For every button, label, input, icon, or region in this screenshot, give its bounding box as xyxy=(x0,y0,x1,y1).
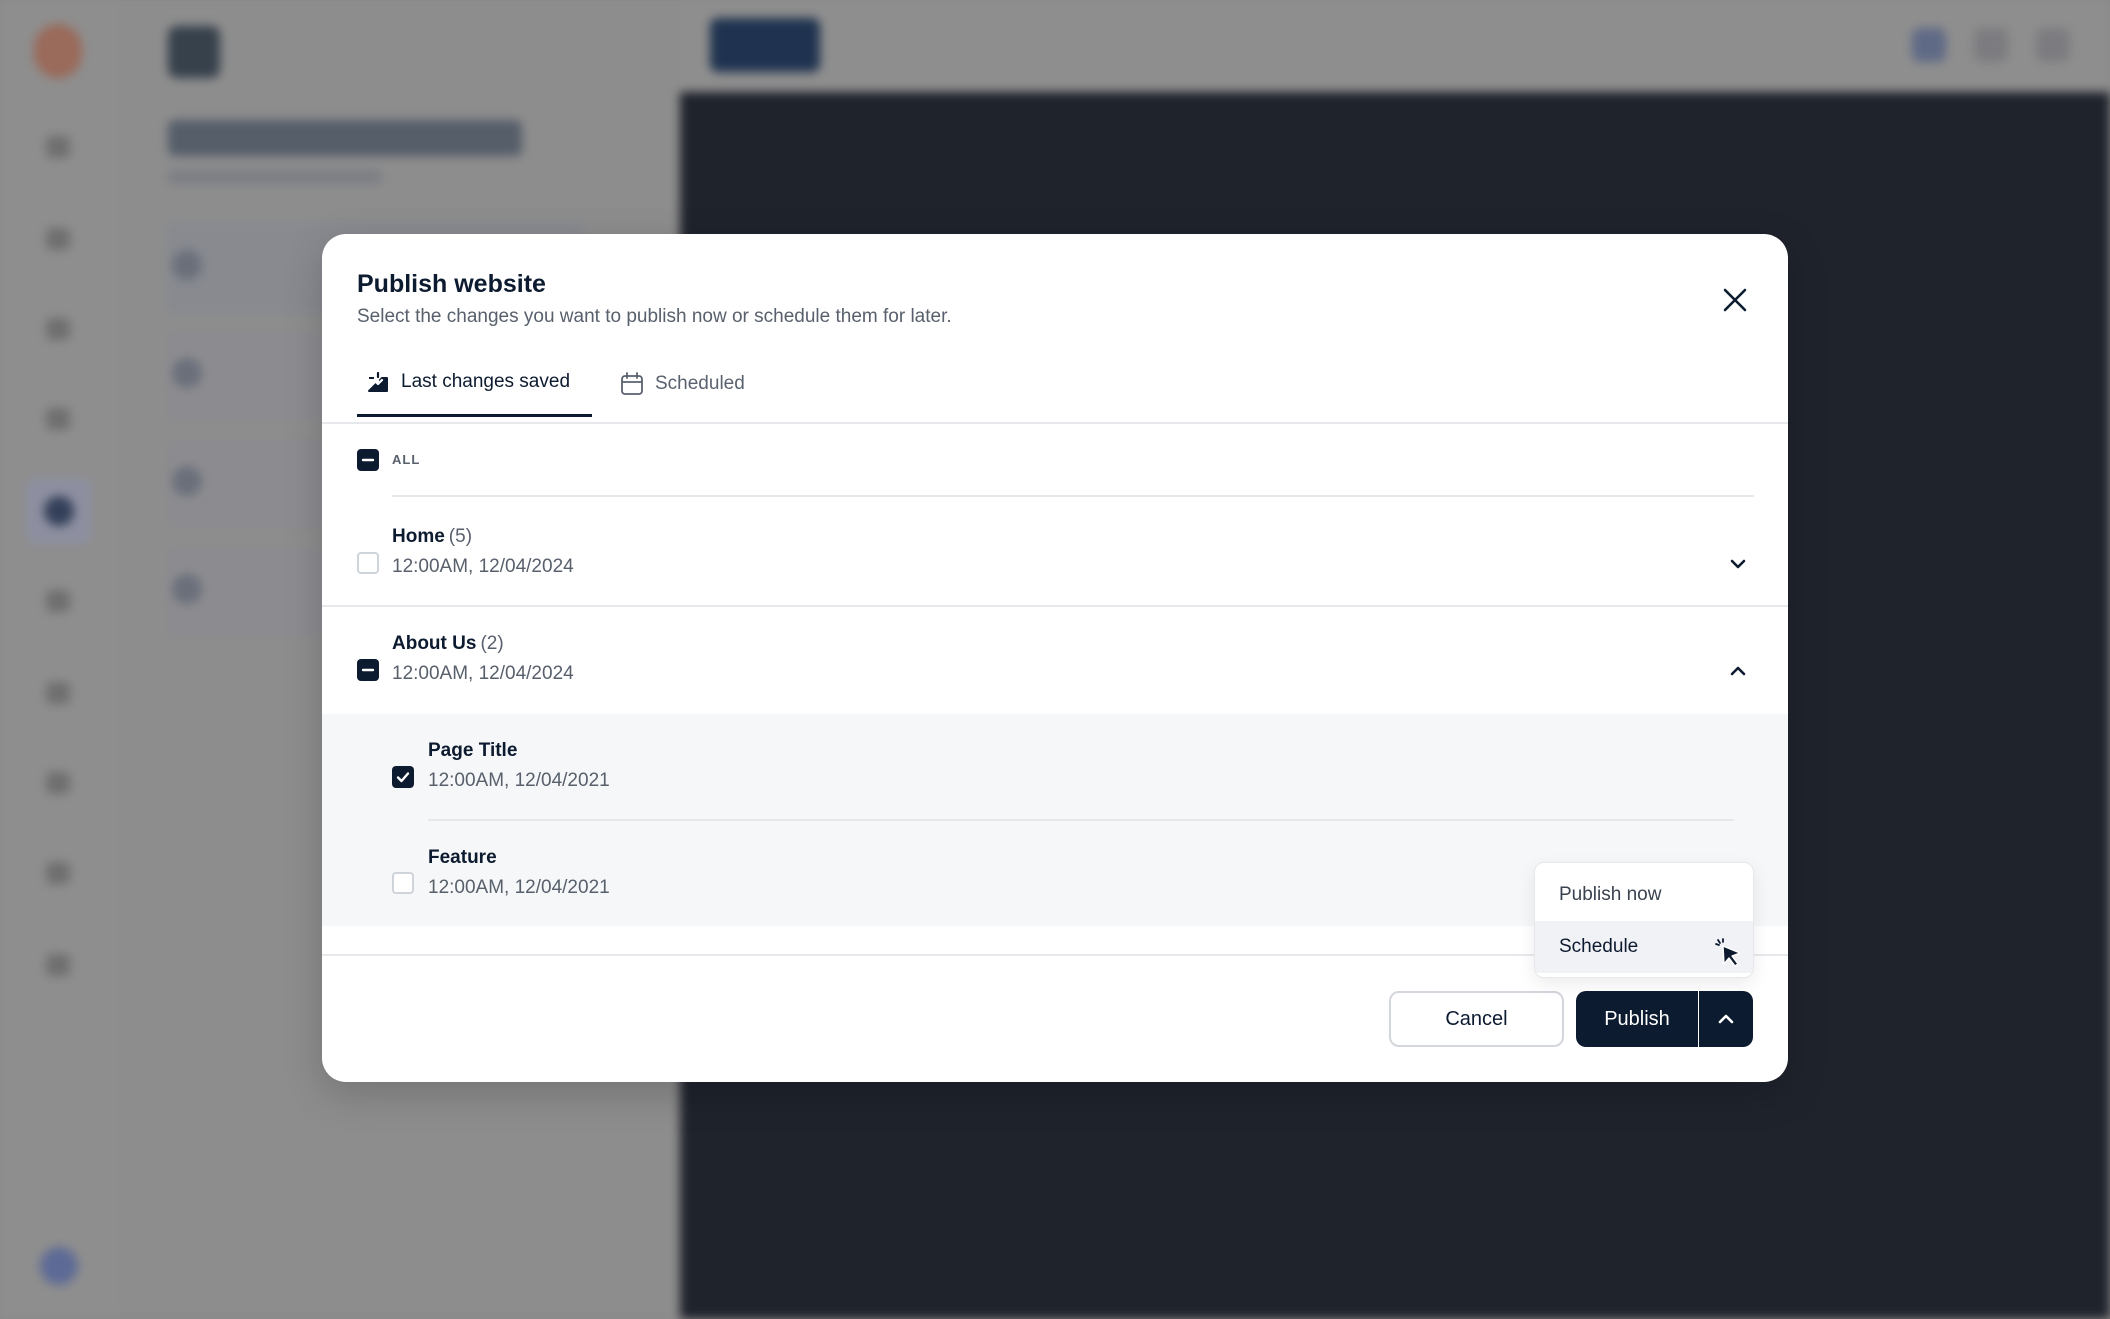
group-title-about-us: About Us (2) xyxy=(392,633,504,655)
menu-item-publish-now[interactable]: Publish now xyxy=(1535,869,1753,921)
bg-top-icon xyxy=(2036,28,2070,62)
modal-subtitle: Select the changes you want to publish n… xyxy=(357,306,952,327)
bg-card-icon xyxy=(172,466,202,496)
calendar-icon xyxy=(619,371,645,397)
expand-home-button[interactable] xyxy=(1724,550,1752,578)
bg-title xyxy=(168,120,522,156)
bg-sidebar xyxy=(0,0,118,1319)
chevron-down-icon xyxy=(1730,559,1746,569)
bg-top-icon xyxy=(1974,28,2008,62)
item-title-page-title: Page Title xyxy=(428,740,518,761)
tabs-divider xyxy=(322,422,1788,424)
publish-website-modal: Publish website Select the changes you w… xyxy=(322,234,1788,1082)
tab-label: Last changes saved xyxy=(401,371,571,392)
bg-top-icon xyxy=(1912,28,1946,62)
bg-user-avatar xyxy=(40,1247,78,1285)
row-divider xyxy=(392,495,1754,497)
item-title-feature: Feature xyxy=(428,847,497,868)
select-all-label: ALL xyxy=(392,452,421,467)
bg-top-button xyxy=(710,18,820,72)
select-all-checkbox[interactable] xyxy=(357,449,379,471)
tab-scheduled[interactable]: Scheduled xyxy=(619,350,745,417)
bg-card-icon xyxy=(172,574,202,604)
group-title-home: Home (5) xyxy=(392,526,472,548)
minus-icon xyxy=(361,458,375,462)
bg-avatar xyxy=(34,24,82,78)
publish-button[interactable]: Publish xyxy=(1576,991,1698,1047)
item-checkbox-page-title[interactable] xyxy=(392,766,414,788)
minus-icon xyxy=(361,668,375,672)
check-icon xyxy=(396,772,410,783)
chevron-up-icon xyxy=(1718,1014,1734,1024)
cancel-button[interactable]: Cancel xyxy=(1389,991,1564,1047)
close-icon xyxy=(1723,288,1747,312)
item-date: 12:00AM, 12/04/2021 xyxy=(428,770,610,791)
group-name: About Us xyxy=(392,633,477,654)
bg-nav-icon xyxy=(46,862,70,884)
bg-nav-icon xyxy=(46,408,70,430)
bg-nav-icon xyxy=(46,954,70,976)
item-checkbox-feature[interactable] xyxy=(392,872,414,894)
bg-nav-icon xyxy=(46,318,70,340)
pointer-cursor-icon xyxy=(1715,938,1741,967)
bg-subtitle xyxy=(168,170,382,184)
publish-options-toggle[interactable] xyxy=(1699,991,1753,1047)
tab-last-changes-saved[interactable]: Last changes saved xyxy=(357,350,592,417)
bg-nav-active-icon xyxy=(44,496,74,526)
bg-nav-icon xyxy=(46,682,70,704)
group-checkbox-about-us[interactable] xyxy=(357,659,379,681)
group-checkbox-home[interactable] xyxy=(357,552,379,574)
bg-topbar xyxy=(680,0,2110,92)
group-name: Home xyxy=(392,526,445,547)
tab-label: Scheduled xyxy=(655,372,745,394)
group-count: (5) xyxy=(448,526,473,547)
bg-nav-icon xyxy=(46,136,70,158)
download-box-icon xyxy=(365,369,391,395)
bg-card-icon xyxy=(172,250,202,280)
bg-nav-icon xyxy=(46,590,70,612)
bg-nav-icon xyxy=(46,772,70,794)
close-button[interactable] xyxy=(1715,280,1755,320)
row-divider xyxy=(428,819,1734,821)
row-divider xyxy=(322,605,1788,607)
group-date: 12:00AM, 12/04/2024 xyxy=(392,556,574,577)
item-date: 12:00AM, 12/04/2021 xyxy=(428,877,610,898)
group-date: 12:00AM, 12/04/2024 xyxy=(392,663,574,684)
bg-logo xyxy=(168,26,220,78)
collapse-about-us-button[interactable] xyxy=(1724,657,1752,685)
modal-title: Publish website xyxy=(357,270,546,298)
chevron-up-icon xyxy=(1730,666,1746,676)
group-count: (2) xyxy=(480,633,504,654)
bg-card-icon xyxy=(172,358,202,388)
bg-nav-icon xyxy=(46,228,70,250)
